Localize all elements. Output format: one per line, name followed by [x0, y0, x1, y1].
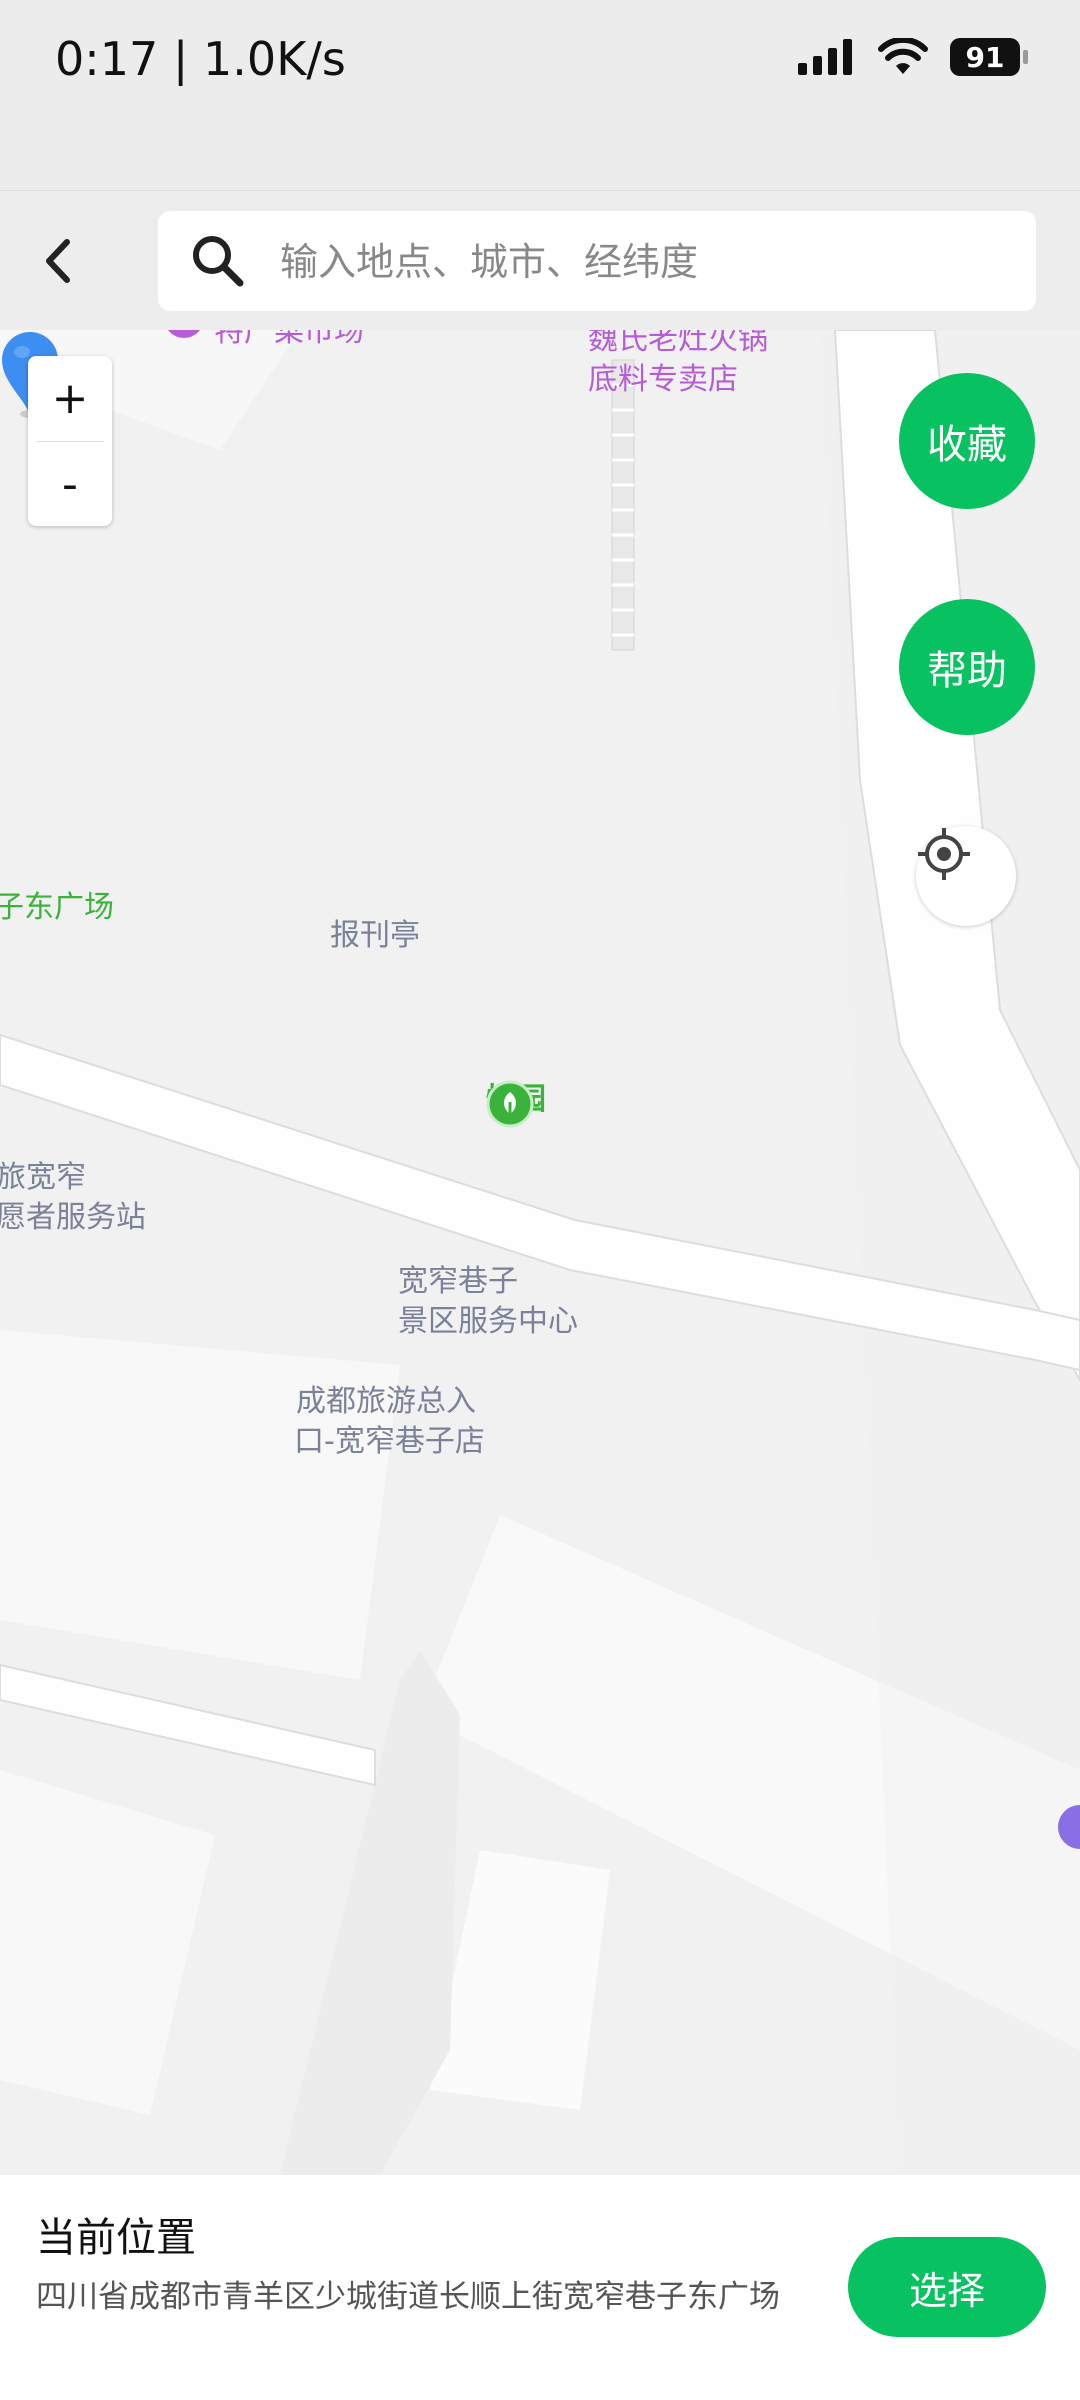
poi-volunteer-line2[interactable]: 志愿者服务站	[0, 1198, 146, 1238]
search-icon	[193, 236, 244, 287]
wifi-icon	[878, 38, 928, 74]
help-button[interactable]: 帮助	[899, 599, 1035, 735]
poi-newsstand-label[interactable]: 报刊亭	[330, 916, 420, 956]
chevron-left-icon	[46, 239, 70, 283]
locate-button[interactable]	[916, 826, 1016, 926]
status-time-speed: 0:17 | 1.0K/s	[55, 32, 346, 86]
current-address: 四川省成都市青羊区少城街道长顺上街宽窄巷子东广场	[36, 2279, 780, 2315]
status-bar: 0:17 | 1.0K/s 91	[0, 0, 1080, 190]
zoom-out-button[interactable]: -	[28, 442, 112, 527]
poi-wuyuan[interactable]: 悟园	[486, 1080, 546, 1128]
poi-service-center-line2[interactable]: 景区服务中心	[398, 1302, 578, 1342]
poi-hotpot-line2[interactable]: 底料专卖店	[588, 360, 738, 400]
poi-service-center-line1[interactable]: 宽窄巷子	[398, 1262, 518, 1302]
park-icon	[486, 1080, 534, 1128]
current-location-panel: 当前位置 四川省成都市青羊区少城街道长顺上街宽窄巷子东广场 选择	[0, 2175, 1080, 2400]
map-base	[0, 330, 1080, 2175]
map-view[interactable]: 特产菜市场 魏氏老灶火锅 底料专卖店 子东广场 报刊亭 悟园 文旅宽窄 志愿者服…	[0, 330, 1080, 2175]
zoom-in-button[interactable]: +	[28, 356, 112, 441]
poi-hotpot-line1[interactable]: 魏氏老灶火锅	[588, 330, 768, 360]
zoom-control: + -	[28, 356, 112, 526]
back-button[interactable]	[30, 221, 86, 301]
top-bar	[0, 190, 1080, 331]
poi-market-label[interactable]: 特产菜市场	[214, 330, 364, 352]
signal-icon	[798, 39, 852, 75]
battery-icon: 91	[950, 38, 1028, 76]
search-input[interactable]	[278, 211, 1022, 313]
battery-level: 91	[965, 40, 1005, 74]
poi-east-square-label[interactable]: 子东广场	[0, 888, 114, 928]
select-button[interactable]: 选择	[848, 2237, 1046, 2337]
search-box[interactable]	[158, 211, 1036, 313]
crosshair-icon	[918, 828, 970, 880]
poi-volunteer-line1[interactable]: 文旅宽窄	[0, 1158, 86, 1198]
battery-tip	[1023, 50, 1028, 64]
panel-title: 当前位置	[36, 2215, 196, 2261]
favorites-button[interactable]: 收藏	[899, 373, 1035, 509]
poi-tourism-line1[interactable]: 成都旅游总入	[296, 1382, 476, 1422]
status-icons: 91	[798, 38, 1028, 76]
app-root: 0:17 | 1.0K/s 91 输入地点、城市、经纬度 特产菜市场 魏氏老灶火…	[0, 0, 1080, 2400]
poi-tourism-line2[interactable]: 口-宽窄巷子店	[294, 1422, 485, 1462]
